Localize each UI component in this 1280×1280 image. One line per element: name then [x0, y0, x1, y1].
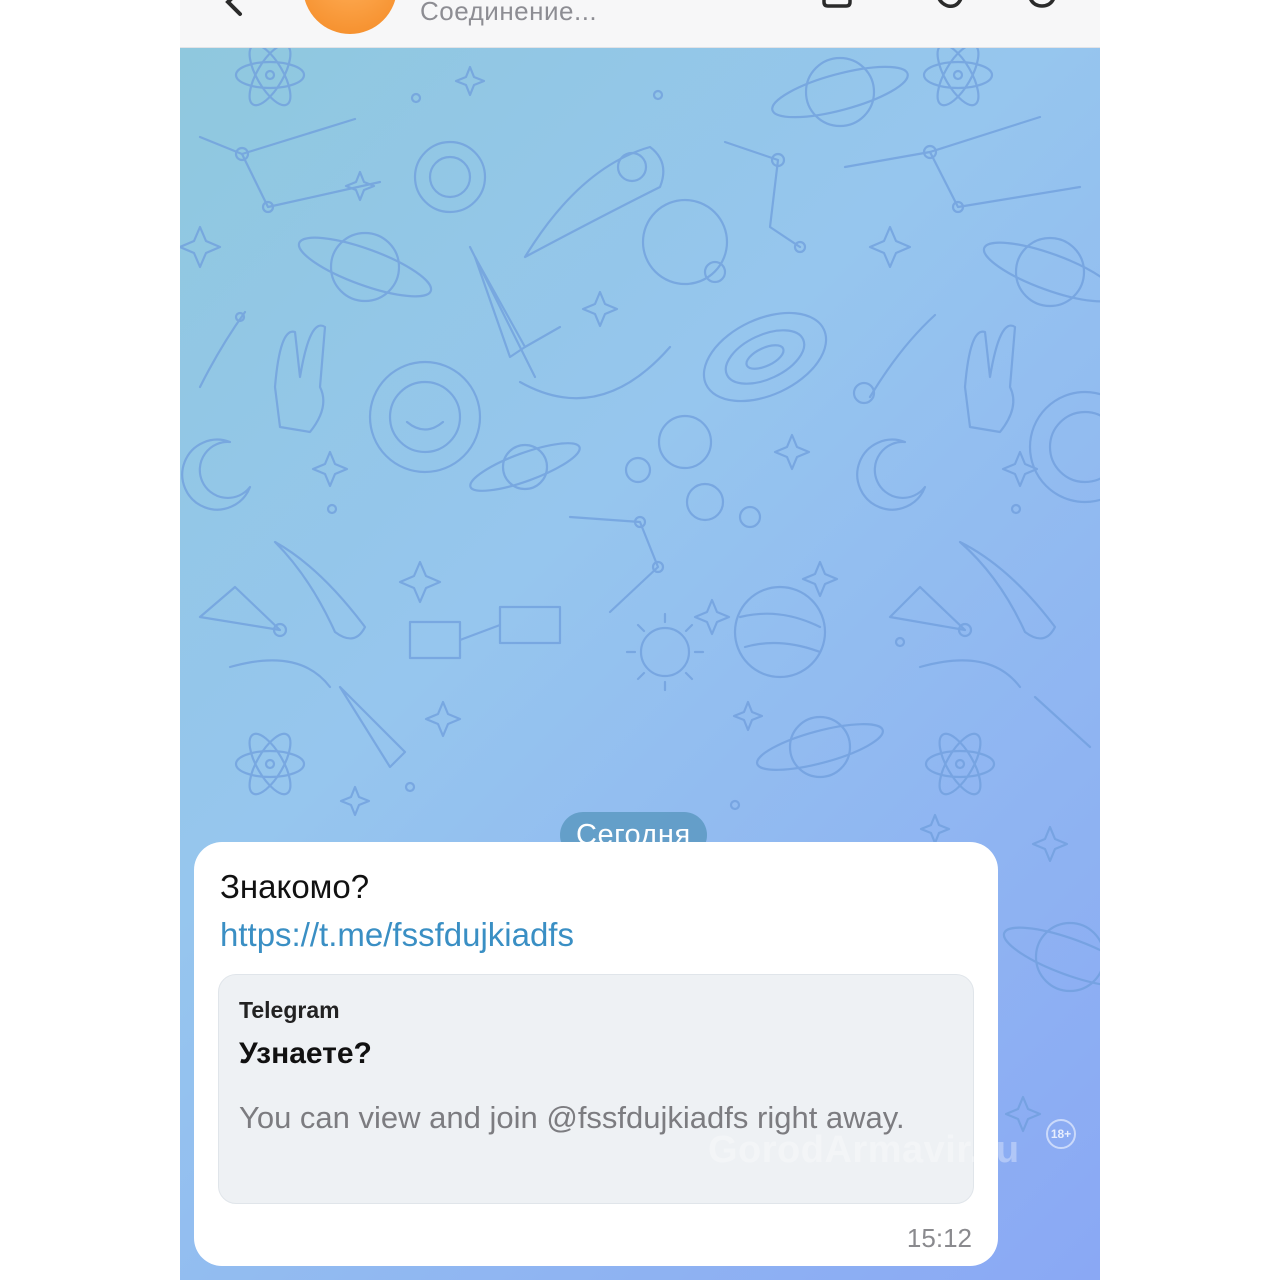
chat-screen: Соединение... Сегодня GorodArmavir.ru 18… — [180, 0, 1100, 1280]
message-time: 15:12 — [906, 1223, 972, 1253]
message-link[interactable]: https://t.me/fssfdujkiadfs — [220, 916, 574, 954]
message-text: Знакомо? — [220, 868, 370, 905]
age-rating-badge: 18+ — [1046, 1119, 1076, 1149]
call-icon[interactable] — [820, 0, 854, 16]
preview-site-name: Telegram — [239, 997, 340, 1023]
search-icon[interactable] — [932, 0, 966, 16]
menu-icon[interactable] — [1025, 0, 1059, 16]
preview-title: Узнаете? — [239, 1037, 372, 1070]
back-arrow-icon[interactable] — [220, 0, 250, 18]
message-bubble[interactable]: Знакомо? https://t.me/fssfdujkiadfs Tele… — [194, 842, 998, 1266]
connection-status: Соединение... — [420, 0, 598, 26]
avatar[interactable] — [303, 0, 397, 34]
watermark-text: GorodArmavir.ru — [708, 1129, 1020, 1171]
chat-header: Соединение... — [180, 0, 1100, 48]
